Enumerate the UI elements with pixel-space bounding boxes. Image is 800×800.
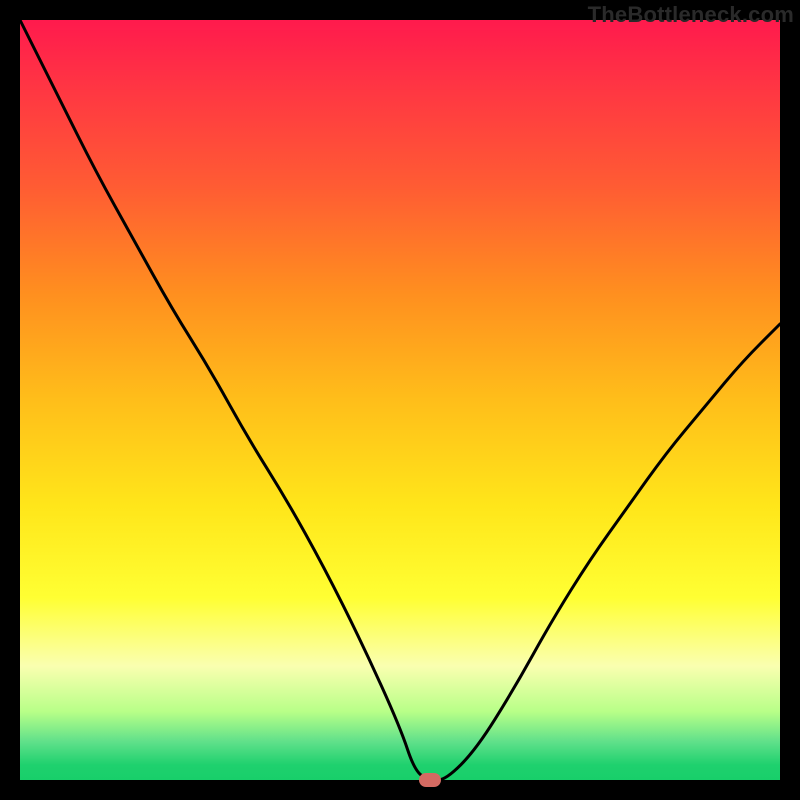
chart-frame: TheBottleneck.com: [0, 0, 800, 800]
bottleneck-curve: [20, 20, 780, 780]
plot-area: [20, 20, 780, 780]
optimal-marker: [419, 773, 441, 787]
watermark-text: TheBottleneck.com: [588, 2, 794, 28]
curve-path: [20, 20, 780, 780]
